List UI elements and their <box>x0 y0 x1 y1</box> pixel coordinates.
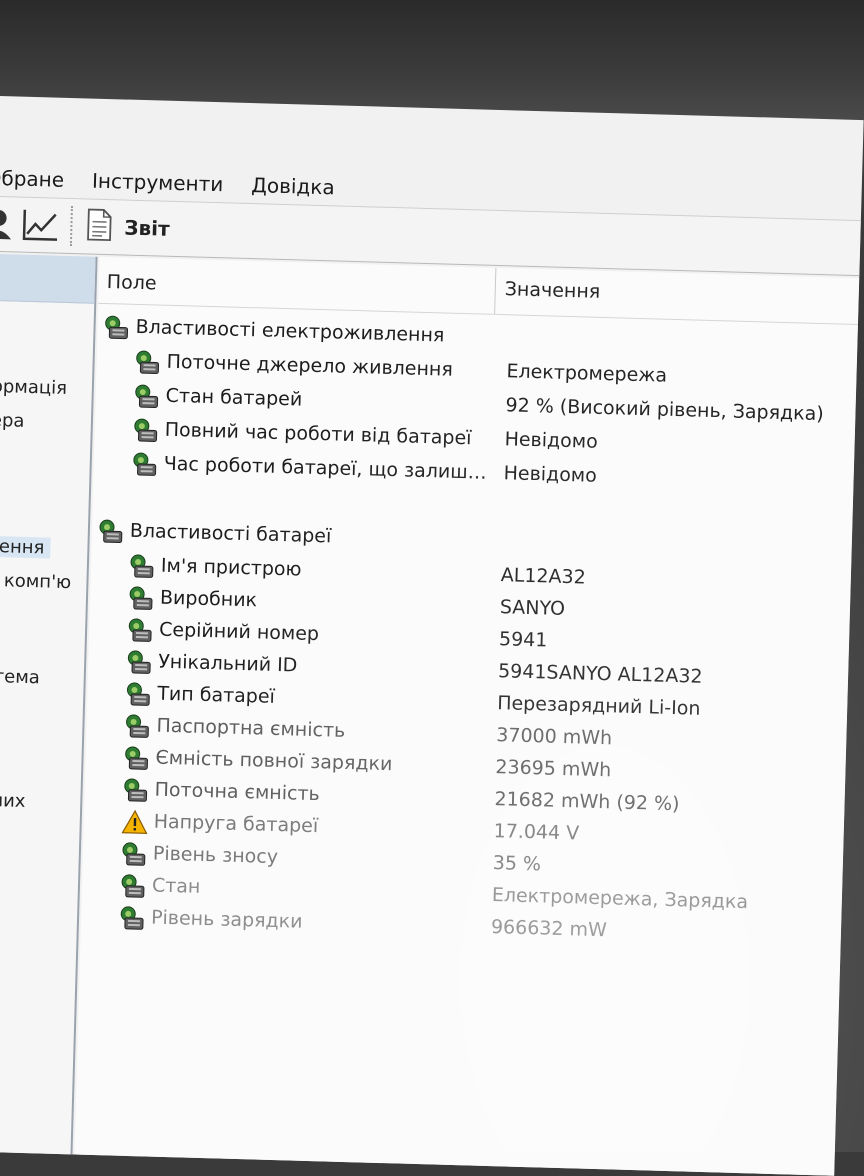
row-value: 35 % <box>492 852 541 875</box>
row-field: Поточне джерело живлення <box>166 351 453 381</box>
battery-icon <box>125 681 152 708</box>
row-field: Ємність повної зарядки <box>155 747 392 776</box>
chart-icon[interactable] <box>20 205 61 246</box>
row-value: 966632 mW <box>491 916 607 941</box>
row-field: Ім'я пристрою <box>161 555 302 581</box>
menu-help[interactable]: Довідка <box>251 173 335 199</box>
row-value: Невідомо <box>503 462 597 487</box>
menu-favorites[interactable]: Обране <box>0 166 64 192</box>
warning-icon <box>121 809 148 836</box>
row-value: Електромережа, Зарядка <box>492 884 749 913</box>
battery-icon <box>98 518 125 545</box>
battery-icon <box>127 617 154 644</box>
row-field: Рівень зарядки <box>151 907 303 933</box>
row-field: Унікальний ID <box>158 651 298 677</box>
battery-icon <box>133 383 160 410</box>
sidebar-item[interactable]: аних <box>0 790 26 812</box>
row-field: Паспортна ємність <box>156 715 345 742</box>
battery-icon <box>126 649 153 676</box>
row-value: 37000 mWh <box>496 724 612 749</box>
sidebar-item[interactable]: стема <box>0 666 40 689</box>
row-value: 5941SANYO AL12A32 <box>498 660 703 688</box>
row-field: Стан батарей <box>165 385 302 411</box>
row-field: Серійний номер <box>159 619 319 645</box>
row-field: Час роботи батареї, що залиш… <box>163 453 486 484</box>
column-field[interactable]: Поле <box>107 271 157 294</box>
battery-icon <box>119 905 146 932</box>
row-field: Рівень зносу <box>153 843 279 868</box>
battery-icon <box>132 417 159 444</box>
sidebar-item[interactable]: ормація <box>0 376 67 399</box>
column-divider[interactable] <box>494 268 496 314</box>
sidebar-item-selected[interactable]: лення <box>0 536 51 559</box>
sidebar-header <box>0 254 96 304</box>
sidebar-item[interactable]: й комп'ю <box>0 570 71 593</box>
document-icon <box>86 207 113 247</box>
battery-icon <box>124 713 151 740</box>
row-value: 17.044 V <box>493 820 579 844</box>
battery-icon <box>103 314 130 341</box>
row-value: Електромережа <box>506 360 667 386</box>
row-field: Поточна ємність <box>154 779 320 806</box>
row-field: Напруга батареї <box>153 811 318 838</box>
column-value[interactable]: Значення <box>504 278 600 303</box>
battery-icon <box>131 451 158 478</box>
battery-icon <box>134 349 161 376</box>
row-field: Тип батареї <box>157 683 275 708</box>
row-value: Перезарядний Li-Ion <box>497 692 701 720</box>
row-field: Виробник <box>160 587 258 612</box>
row-value: Невідомо <box>504 428 598 453</box>
battery-icon <box>128 585 155 612</box>
battery-icon <box>120 873 147 900</box>
row-value: 23695 mWh <box>495 756 611 781</box>
row-value: SANYO <box>500 596 566 620</box>
battery-icon <box>129 553 156 580</box>
battery-icon <box>122 777 149 804</box>
menu-tools[interactable]: Інструменти <box>92 169 224 197</box>
report-button[interactable]: Звіт <box>86 207 170 248</box>
battery-icon <box>123 745 150 772</box>
details-panel: Поле Значення Властивості електроживленн… <box>74 257 859 1176</box>
toolbar-separator <box>70 206 75 246</box>
report-label: Звіт <box>124 216 170 241</box>
application-window: Обране Інструменти Довідка Звіт ормація … <box>0 96 864 1176</box>
battery-icon <box>121 841 148 868</box>
row-value: 92 % (Високий рівень, Зарядка) <box>505 394 824 425</box>
row-field: Повний час роботи від батареї <box>164 419 471 450</box>
row-value: 21682 mWh (92 %) <box>494 788 679 815</box>
row-value: AL12A32 <box>501 564 587 588</box>
sidebar-item[interactable]: ера <box>0 410 25 432</box>
user-icon[interactable] <box>0 203 19 244</box>
row-value: 5941 <box>499 628 548 651</box>
row-field: Стан <box>152 875 201 898</box>
